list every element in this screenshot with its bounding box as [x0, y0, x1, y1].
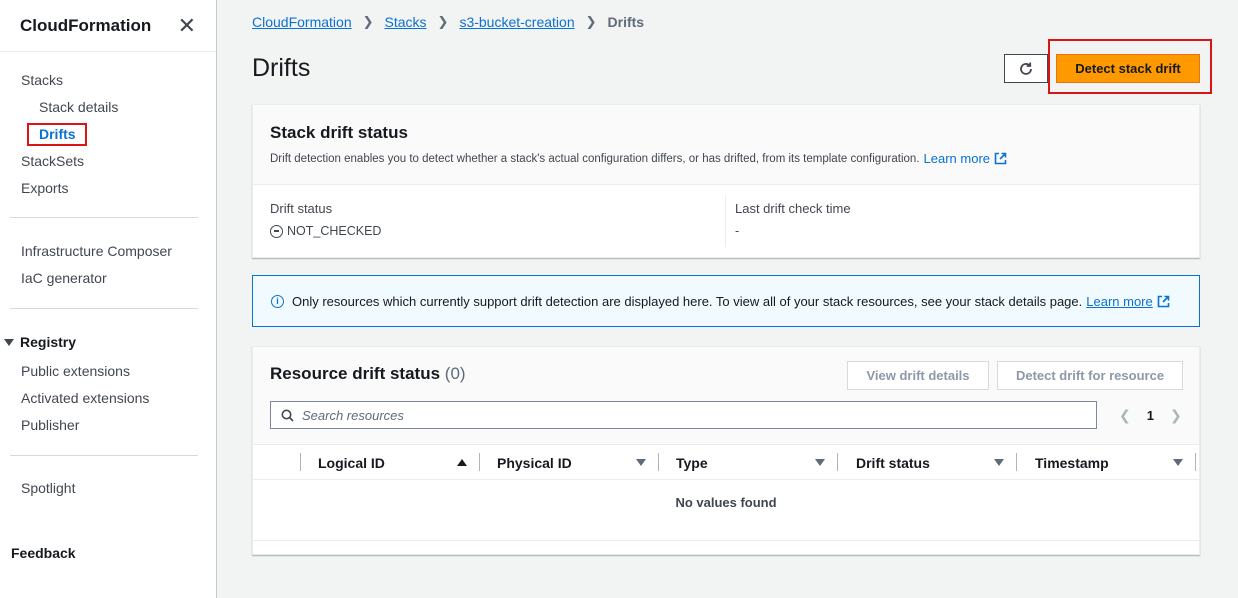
detect-stack-drift-button[interactable]: Detect stack drift	[1056, 54, 1200, 83]
column-separator	[837, 453, 838, 471]
pagination: ❮ 1 ❯	[1119, 407, 1182, 424]
info-text: Only resources which currently support d…	[292, 293, 1083, 309]
refresh-icon	[1020, 62, 1032, 75]
refresh-button[interactable]	[1004, 54, 1048, 83]
search-box	[270, 401, 1097, 429]
page-number[interactable]: 1	[1147, 408, 1154, 423]
stack-drift-status-card: Stack drift status Drift detection enabl…	[252, 104, 1200, 258]
sort-icon[interactable]	[994, 459, 1004, 466]
previous-page-icon[interactable]: ❮	[1119, 407, 1131, 424]
field-value: NOT_CHECKED	[270, 224, 381, 238]
view-drift-details-button[interactable]: View drift details	[847, 361, 989, 390]
card-title-text: Resource drift status	[270, 364, 441, 383]
detect-drift-for-resource-button[interactable]: Detect drift for resource	[997, 361, 1183, 390]
caret-down-icon	[4, 338, 14, 346]
card-header: Resource drift status (0) View drift det…	[253, 347, 1199, 445]
sidebar-item-activated-extensions[interactable]: Activated extensions	[21, 390, 149, 406]
sidebar-divider	[10, 217, 198, 218]
resource-count: (0)	[444, 364, 466, 383]
search-input[interactable]	[302, 407, 1082, 423]
breadcrumb-stack-name[interactable]: s3-bucket-creation	[459, 14, 574, 30]
sidebar-item-public-extensions[interactable]: Public extensions	[21, 363, 130, 379]
sidebar-divider	[10, 455, 198, 456]
card-title: Resource drift status (0)	[270, 364, 466, 384]
column-separator	[479, 453, 480, 471]
column-header-drift-status[interactable]: Drift status	[856, 455, 930, 471]
column-header-timestamp[interactable]: Timestamp	[1035, 455, 1109, 471]
card-description: Drift detection enables you to detect wh…	[270, 151, 1182, 166]
field-label: Last drift check time	[735, 201, 851, 216]
breadcrumb-current: Drifts	[607, 14, 645, 30]
description-text: Drift detection enables you to detect wh…	[270, 152, 920, 165]
sidebar-item-stacks[interactable]: Stacks	[21, 72, 63, 88]
table-header: Logical ID Physical ID Type Drift status…	[253, 444, 1199, 480]
column-separator	[1016, 453, 1017, 471]
card-header: Stack drift status Drift detection enabl…	[253, 105, 1199, 185]
side-navigation: CloudFormation ✕ Stacks Stack details Dr…	[0, 0, 217, 598]
column-header-logical-id[interactable]: Logical ID	[318, 455, 385, 471]
chevron-right-icon: ❯	[437, 14, 449, 29]
empty-table-message: No values found	[675, 495, 777, 510]
sidebar-section-label: Registry	[20, 334, 77, 350]
next-page-icon[interactable]: ❯	[1170, 407, 1182, 424]
not-checked-icon	[270, 224, 283, 238]
last-check-field: Last drift check time -	[735, 201, 851, 238]
learn-more-link[interactable]: Learn more	[1086, 294, 1152, 309]
external-link-icon[interactable]	[1157, 295, 1170, 308]
sidebar-divider	[10, 308, 198, 309]
sidebar-item-stack-details[interactable]: Stack details	[39, 99, 118, 115]
chevron-right-icon: ❯	[362, 14, 374, 29]
sort-icon[interactable]	[636, 459, 646, 466]
feedback-link[interactable]: Feedback	[11, 545, 76, 561]
sidebar-title[interactable]: CloudFormation	[20, 16, 151, 36]
sidebar-item-iac-generator[interactable]: IaC generator	[21, 270, 107, 286]
column-separator	[1195, 453, 1196, 471]
sort-ascending-icon[interactable]	[457, 459, 467, 466]
info-icon: i	[271, 294, 284, 308]
chevron-right-icon: ❯	[585, 14, 597, 29]
column-separator	[300, 453, 301, 471]
field-label: Drift status	[270, 201, 333, 216]
breadcrumb: CloudFormation ❯ Stacks ❯ s3-bucket-crea…	[252, 14, 644, 30]
resource-drift-status-card: Resource drift status (0) View drift det…	[252, 346, 1200, 555]
card-title: Stack drift status	[270, 123, 408, 142]
sidebar-item-stacksets[interactable]: StackSets	[21, 153, 84, 169]
table-footer-divider	[253, 540, 1199, 541]
column-divider	[725, 195, 726, 247]
column-header-physical-id[interactable]: Physical ID	[497, 455, 572, 471]
learn-more-link[interactable]: Learn more	[924, 151, 990, 166]
column-header-type[interactable]: Type	[676, 455, 708, 471]
sort-icon[interactable]	[1173, 459, 1183, 466]
search-icon	[281, 409, 294, 422]
info-alert: i Only resources which currently support…	[252, 275, 1200, 327]
breadcrumb-stacks[interactable]: Stacks	[385, 14, 427, 30]
external-link-icon[interactable]	[994, 152, 1007, 165]
sidebar-item-publisher[interactable]: Publisher	[21, 417, 79, 433]
column-separator	[658, 453, 659, 471]
sidebar-item-exports[interactable]: Exports	[21, 180, 68, 196]
sidebar-section-registry[interactable]: Registry	[4, 334, 76, 350]
drift-status-field: Drift status NOT_CHECKED	[270, 201, 381, 238]
sidebar-item-drifts[interactable]: Drifts	[39, 126, 76, 142]
sidebar-header: CloudFormation ✕	[0, 0, 216, 52]
close-icon[interactable]: ✕	[178, 14, 196, 37]
page-title: Drifts	[252, 54, 311, 82]
sort-icon[interactable]	[815, 459, 825, 466]
sidebar-item-spotlight[interactable]: Spotlight	[21, 480, 75, 496]
last-check-value: -	[735, 224, 740, 238]
sidebar-item-infrastructure-composer[interactable]: Infrastructure Composer	[21, 243, 172, 259]
drift-status-value: NOT_CHECKED	[287, 224, 382, 238]
breadcrumb-cloudformation[interactable]: CloudFormation	[252, 14, 352, 30]
